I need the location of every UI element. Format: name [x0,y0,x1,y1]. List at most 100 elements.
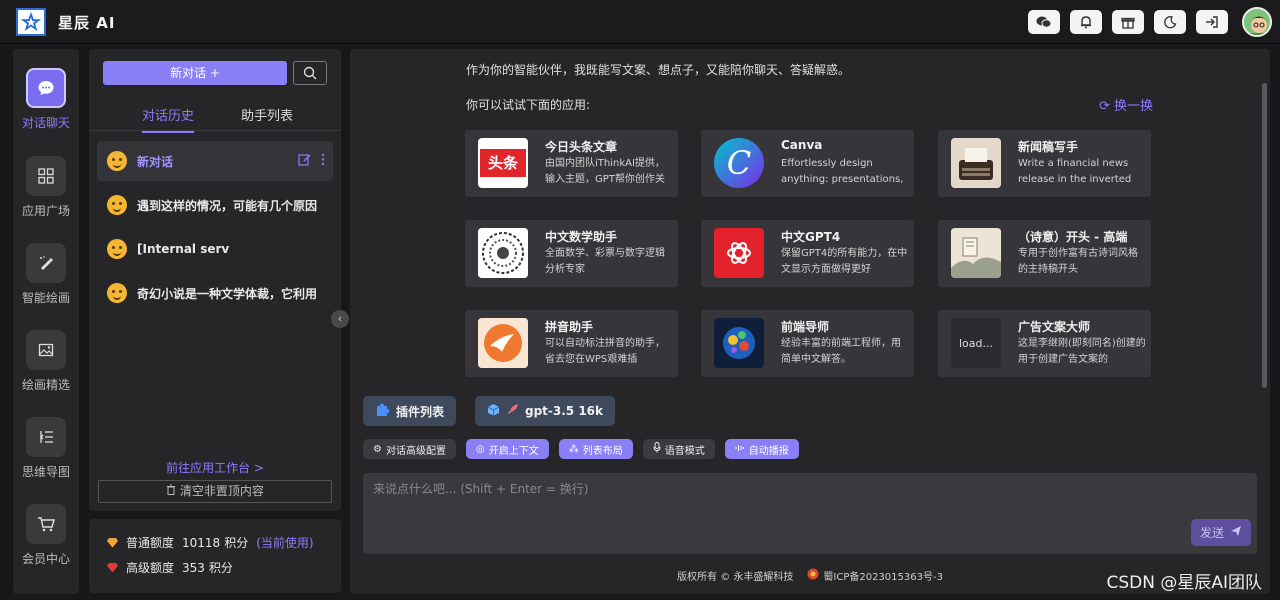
app-card-title: （诗意）开头 - 高端 [1018,230,1128,244]
edit-icon[interactable] [298,153,311,170]
scrollbar[interactable] [1262,83,1267,388]
toutiao-logo-icon: 头条 [478,138,528,188]
app-card[interactable]: 拼音助手 可以自动标注拼音的助手，省去您在WPS艰难插 [465,310,678,377]
chat-icon [26,68,66,108]
voice-mode-label: 语音模式 [664,445,705,457]
chat-history-panel: 新对话 + 对话历史 助手列表 新对话 遇到这样的情况，可能有几个原因 [Int… [89,49,341,511]
app-card[interactable]: 头条 今日头条文章 由国内团队iThinkAI提供，输入主题，GPT帮你创作关 [465,130,678,197]
context-toggle-button[interactable]: ◎ 开启上下文 [465,439,549,459]
current-use-note: (当前使用) [256,536,314,550]
chat-item[interactable]: 新对话 [97,141,333,181]
message-input[interactable] [363,473,1257,554]
chat-main: 作为你的智能伙伴，我既能写文案、想点子，又能陪你聊天、答疑解惑。 你可以试试下面… [350,49,1270,594]
csdn-watermark: CSDN @星辰AI团队 [1106,573,1262,593]
app-card-desc: 这是李继刚(即刻同名)创建的用于创建广告文案的 [1018,338,1146,365]
chat-title: 遇到这样的情况，可能有几个原因 [137,198,318,213]
icp-text: 蜀ICP备2023015363号-3 [823,572,943,583]
app-card[interactable]: 新闻稿写手 Write a financial news release in … [938,130,1151,197]
app-card[interactable]: 中文数学助手 全面数学、彩票与数字逻辑分析专家 [465,220,678,287]
voice-mode-button[interactable]: 语音模式 [642,439,715,459]
refresh-apps-button[interactable]: ⟳ 换一换 [1099,95,1153,114]
smiley-avatar-icon [107,195,127,215]
nav-item-ai-painting[interactable]: 智能绘画 [13,243,79,306]
nav-item-member-center[interactable]: 会员中心 [13,504,79,567]
app-card-title: 广告文案大师 [1018,320,1091,334]
nav-item-painting-picks[interactable]: 绘画精选 [13,330,79,393]
app-card[interactable]: （诗意）开头 - 高端 专用于创作富有古诗词风格的主持稿开头 [938,220,1151,287]
plugin-list-button[interactable]: 插件列表 [363,396,457,426]
app-card-desc: 可以自动标注拼音的助手，省去您在WPS艰难插 [545,338,665,365]
chat-item[interactable]: 奇幻小说是一种文学体裁，它利用 [97,273,333,313]
nav-label-member-center: 会员中心 [21,552,70,566]
chat-title: [Internal serv [137,242,230,256]
model-select-button[interactable]: gpt-3.5 16k [475,396,616,426]
nav-item-chat[interactable]: 对话聊天 [13,68,79,131]
copyright-text: 版权所有 © 永丰盛耀科技 [677,572,794,583]
soundwave-icon [735,443,745,456]
cart-icon [26,504,66,544]
auto-play-button[interactable]: 自动播报 [724,439,799,459]
chat-title: 奇幻小说是一种文学体裁，它利用 [137,286,318,301]
nav-item-mindmap[interactable]: 思维导图 [13,417,79,480]
globe-logo-icon [714,318,764,368]
icp-badge[interactable]: 蜀ICP备2023015363号-3 [807,568,943,583]
goto-workbench-link[interactable]: 前往应用工作台 > [89,459,341,476]
list-layout-label: 列表布局 [582,445,623,457]
advanced-quota-label: 高级额度 [126,561,175,575]
grid-icon [26,156,66,196]
side-tabs: 对话历史 助手列表 [89,103,341,133]
chat-item[interactable]: 遇到这样的情况，可能有几个原因 [97,185,333,225]
nav-label-painting-picks: 绘画精选 [21,378,70,392]
diamond-gold-icon [107,537,118,548]
more-icon[interactable] [321,153,325,170]
input-toolbar: ⚙ 对话高级配置 ◎ 开启上下文 ⁂ 列表布局 语音模式 自动播报 [363,439,799,459]
clear-unpinned-button[interactable]: 清空非置顶内容 [98,480,332,503]
logout-icon[interactable] [1196,10,1228,34]
app-card-title: 前端导师 [781,320,830,334]
tab-chat-history[interactable]: 对话历史 [142,105,195,133]
cube-icon [487,403,500,419]
smiley-avatar-icon [107,283,127,303]
bird-logo-icon [478,318,528,368]
intro-text: 作为你的智能伙伴，我既能写文案、想点子，又能陪你聊天、答疑解惑。 [466,63,851,77]
advanced-quota: 高级额度 353 积分 [107,559,233,576]
app-card-desc: 由国内团队iThinkAI提供，输入主题，GPT帮你创作关 [545,158,665,185]
try-apps-label: 你可以试试下面的应用: [466,98,591,112]
layout-icon: ⁂ [568,443,579,455]
app-card[interactable]: load... 广告文案大师 这是李继刚(即刻同名)创建的用于创建广告文案的 [938,310,1151,377]
canva-logo-icon: C [714,138,764,188]
nav-label-mindmap: 思维导图 [21,465,70,479]
icp-logo-icon [807,568,819,583]
user-avatar[interactable] [1242,7,1272,37]
normal-quota-unit: 积分 [224,536,249,550]
chat-item[interactable]: [Internal serv [97,229,333,269]
advanced-quota-unit: 积分 [208,561,233,575]
advanced-config-button[interactable]: ⚙ 对话高级配置 [363,439,456,459]
app-card[interactable]: 中文GPT4 保留GPT4的所有能力，在中文显示方面做得更好 [701,220,914,287]
nav-label-app-square: 应用广场 [21,204,70,218]
wechat-icon[interactable] [1028,10,1060,34]
collapse-sidebar-button[interactable]: ‹ [331,310,349,328]
math-pattern-icon [478,228,528,278]
advanced-quota-value: 353 [182,560,205,575]
app-card-desc: 经验丰富的前端工程师，用简单中文解答。 [781,338,901,365]
new-chat-button[interactable]: 新对话 + [103,61,287,85]
bell-icon[interactable] [1070,10,1102,34]
send-button[interactable]: 发送 [1191,519,1251,546]
app-card-title: Canva [781,138,823,152]
app-card[interactable]: C Canva Effortlessly design anything: pr… [701,130,914,197]
nav-item-app-square[interactable]: 应用广场 [13,156,79,219]
moon-icon[interactable] [1154,10,1186,34]
star-logo-icon[interactable] [16,8,46,36]
poetry-painting-icon [951,228,1001,278]
top-bar: 星辰 AI [0,0,1280,44]
app-card[interactable]: 前端导师 经验丰富的前端工程师，用简单中文解答。 [701,310,914,377]
image-icon [26,330,66,370]
tab-assistant-list[interactable]: 助手列表 [241,105,293,124]
list-layout-button[interactable]: ⁂ 列表布局 [558,439,633,459]
mindmap-icon [26,417,66,457]
gift-icon[interactable] [1112,10,1144,34]
openai-logo-icon [714,228,764,278]
typewriter-image-icon [951,138,1001,188]
search-icon[interactable] [293,61,327,85]
